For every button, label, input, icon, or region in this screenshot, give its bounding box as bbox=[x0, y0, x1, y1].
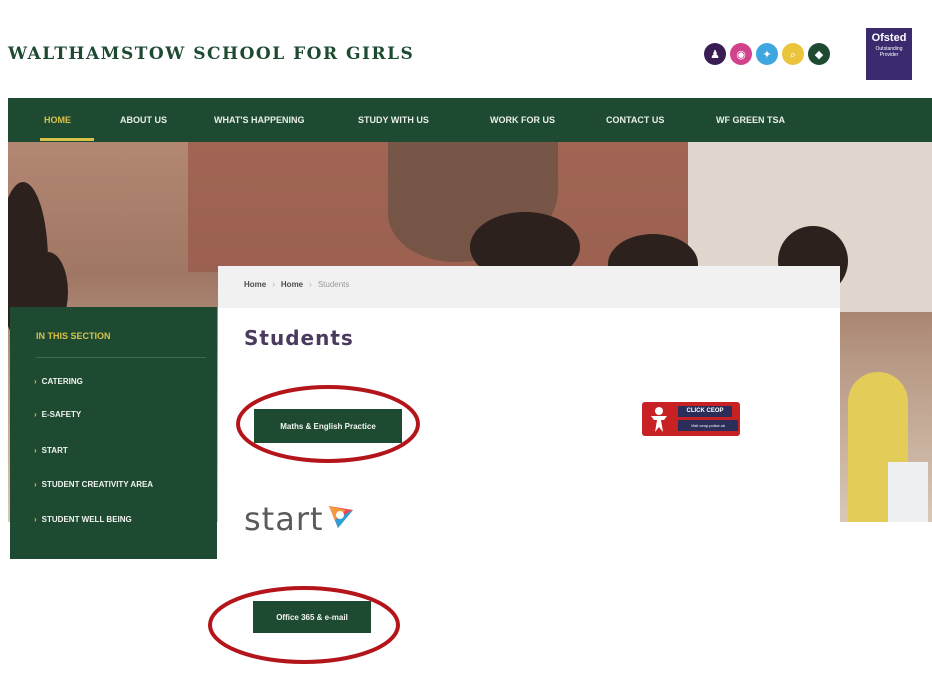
hero-window bbox=[888, 462, 928, 522]
nav-active-indicator bbox=[40, 138, 94, 141]
main-nav: HOME ABOUT US WHAT'S HAPPENING STUDY WIT… bbox=[8, 98, 932, 142]
ceop-title: CLICK CEOP bbox=[678, 406, 732, 417]
breadcrumb-link-home[interactable]: Home bbox=[244, 280, 266, 289]
breadcrumb-link-home[interactable]: Home bbox=[281, 280, 303, 289]
nav-item-whats-happening[interactable]: WHAT'S HAPPENING bbox=[214, 98, 304, 142]
ofsted-name: Ofsted bbox=[871, 32, 907, 44]
ceop-figure-icon bbox=[651, 407, 667, 432]
sidebar-title: IN THIS SECTION bbox=[36, 331, 111, 341]
start-logo[interactable]: start bbox=[244, 499, 356, 545]
breadcrumb: Home › Home › Students bbox=[218, 266, 840, 308]
twitter-icon[interactable]: ✦ bbox=[756, 43, 778, 65]
ceop-url: Visit ceop.police.uk bbox=[678, 420, 738, 431]
sidebar-item-e-safety[interactable]: › E-SAFETY bbox=[34, 410, 81, 419]
office-365-email-button[interactable]: Office 365 & e-mail bbox=[253, 601, 371, 633]
nav-item-home[interactable]: HOME bbox=[44, 98, 71, 142]
nav-item-wf-green-tsa[interactable]: WF GREEN TSA bbox=[716, 98, 785, 142]
sidebar-item-catering[interactable]: › CATERING bbox=[34, 377, 83, 386]
user-icon[interactable]: ♟ bbox=[704, 43, 726, 65]
location-icon[interactable]: ◆ bbox=[808, 43, 830, 65]
breadcrumb-current: Students bbox=[317, 280, 350, 289]
section-sidebar: IN THIS SECTION › CATERING › E-SAFETY › STA… bbox=[10, 307, 217, 559]
start-logo-icon bbox=[328, 506, 353, 528]
site-title[interactable]: WALTHAMSTOW SCHOOL FOR GIRLS bbox=[8, 44, 414, 64]
sidebar-item-student-creativity-area[interactable]: › STUDENT CREATIVITY AREA bbox=[34, 480, 153, 489]
nav-item-about-us[interactable]: ABOUT US bbox=[120, 98, 167, 142]
breadcrumb-separator: › bbox=[309, 280, 312, 289]
sidebar-item-start[interactable]: › START bbox=[34, 446, 68, 455]
nav-item-work-for-us[interactable]: WORK FOR US bbox=[490, 98, 555, 142]
chevron-right-icon: › bbox=[34, 446, 37, 455]
chevron-right-icon: › bbox=[34, 410, 37, 419]
chevron-right-icon: › bbox=[34, 480, 37, 489]
ofsted-badge[interactable]: Ofsted Outstanding Provider bbox=[866, 28, 912, 80]
ofsted-subtitle: Outstanding Provider bbox=[875, 46, 903, 58]
chevron-right-icon: › bbox=[34, 515, 37, 524]
page-title: Students bbox=[244, 326, 354, 350]
sidebar-divider bbox=[36, 357, 206, 358]
sidebar-item-student-well-being[interactable]: › STUDENT WELL BEING bbox=[34, 515, 132, 524]
search-icon[interactable]: ⌕ bbox=[782, 43, 804, 65]
nav-item-study-with-us[interactable]: STUDY WITH US bbox=[358, 98, 429, 142]
instagram-icon[interactable]: ◉ bbox=[730, 43, 752, 65]
ceop-button[interactable]: CLICK CEOP Visit ceop.police.uk bbox=[642, 402, 740, 436]
nav-item-contact-us[interactable]: CONTACT US bbox=[606, 98, 664, 142]
chevron-right-icon: › bbox=[34, 377, 37, 386]
start-logo-text: start bbox=[244, 500, 324, 538]
site-header: WALTHAMSTOW SCHOOL FOR GIRLS ♟ ◉ ✦ ⌕ ◆ O… bbox=[0, 0, 932, 98]
maths-english-practice-button[interactable]: Maths & English Practice bbox=[254, 409, 402, 443]
breadcrumb-separator: › bbox=[272, 280, 275, 289]
